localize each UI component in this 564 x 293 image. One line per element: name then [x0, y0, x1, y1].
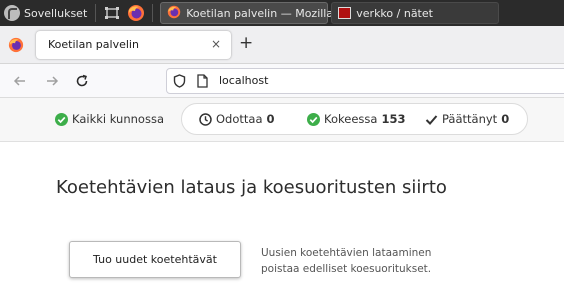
firefox-launcher-icon[interactable] — [127, 4, 145, 22]
page-title: Koetehtävien lataus ja koesuoritusten si… — [56, 177, 447, 198]
check-circle-icon — [55, 112, 68, 126]
reload-icon[interactable] — [73, 72, 91, 90]
browser-navigation-bar: localhost — [0, 64, 564, 98]
browser-tab-active[interactable]: Koetilan palvelin × — [36, 31, 231, 59]
waiting-label: Odottaa — [216, 112, 263, 126]
url-text: localhost — [219, 74, 269, 87]
taskbar-window-title: Koetilan palvelin — Mozilla ... — [186, 6, 348, 20]
waiting-value: 0 — [266, 112, 275, 126]
taskbar-window-terminal[interactable]: verkko / nätet — [331, 2, 500, 24]
taskbar-window-firefox[interactable]: Koetilan palvelin — Mozilla ... — [160, 2, 347, 24]
applications-menu-label: Sovellukset — [24, 6, 88, 20]
help-text-line: Uusien koetehtävien lataaminen — [261, 247, 432, 259]
tab-title: Koetilan palvelin — [48, 38, 139, 51]
finished-count: Päättänyt 0 — [425, 112, 509, 126]
new-tab-button[interactable]: + — [239, 34, 253, 52]
in-exam-value: 153 — [381, 112, 406, 126]
tab-close-icon[interactable]: × — [211, 37, 221, 51]
firefox-icon — [167, 5, 181, 22]
tracking-protection-shield-icon[interactable] — [173, 74, 186, 91]
clock-icon — [199, 112, 212, 126]
show-desktop-icon[interactable] — [103, 4, 121, 22]
system-status-label: Kaikki kunnossa — [72, 112, 164, 126]
help-text-line: poistaa edelliset koesuoritukset. — [261, 263, 432, 275]
url-bar[interactable]: localhost — [166, 68, 564, 94]
finished-label: Päättänyt — [442, 112, 498, 126]
exam-status-bar: Kaikki kunnossa Odottaa 0 Kokeessa 153 Pää… — [0, 98, 564, 142]
page-info-icon[interactable] — [197, 74, 208, 91]
taskbar-window-title: verkko / nätet — [356, 6, 433, 20]
distro-logo-icon — [4, 5, 20, 21]
import-help-text: Uusien koetehtävien lataaminen poistaa e… — [261, 245, 461, 277]
browser-tab-strip: Koetilan palvelin × + — [0, 26, 564, 64]
waiting-count: Odottaa 0 — [199, 112, 275, 126]
terminal-icon — [338, 7, 352, 19]
applications-menu-button[interactable]: Sovellukset — [0, 0, 91, 26]
import-exam-tasks-button[interactable]: Tuo uudet koetehtävät — [69, 241, 241, 278]
exam-counts-pill: Odottaa 0 Kokeessa 153 Päättänyt 0 — [181, 103, 528, 135]
in-exam-count: Kokeessa 153 — [307, 112, 405, 126]
forward-arrow-icon[interactable] — [43, 72, 61, 90]
taskbar-separator — [152, 4, 154, 22]
taskbar-separator — [95, 4, 97, 22]
check-circle-icon — [307, 112, 320, 126]
back-arrow-icon[interactable] — [11, 72, 29, 90]
desktop-taskbar: Sovellukset Koetilan palvelin — Mozilla … — [0, 0, 564, 26]
firefox-view-icon[interactable] — [8, 37, 24, 53]
system-status: Kaikki kunnossa — [55, 112, 164, 126]
checkmark-icon — [425, 114, 438, 125]
in-exam-label: Kokeessa — [324, 112, 378, 126]
finished-value: 0 — [501, 112, 510, 126]
